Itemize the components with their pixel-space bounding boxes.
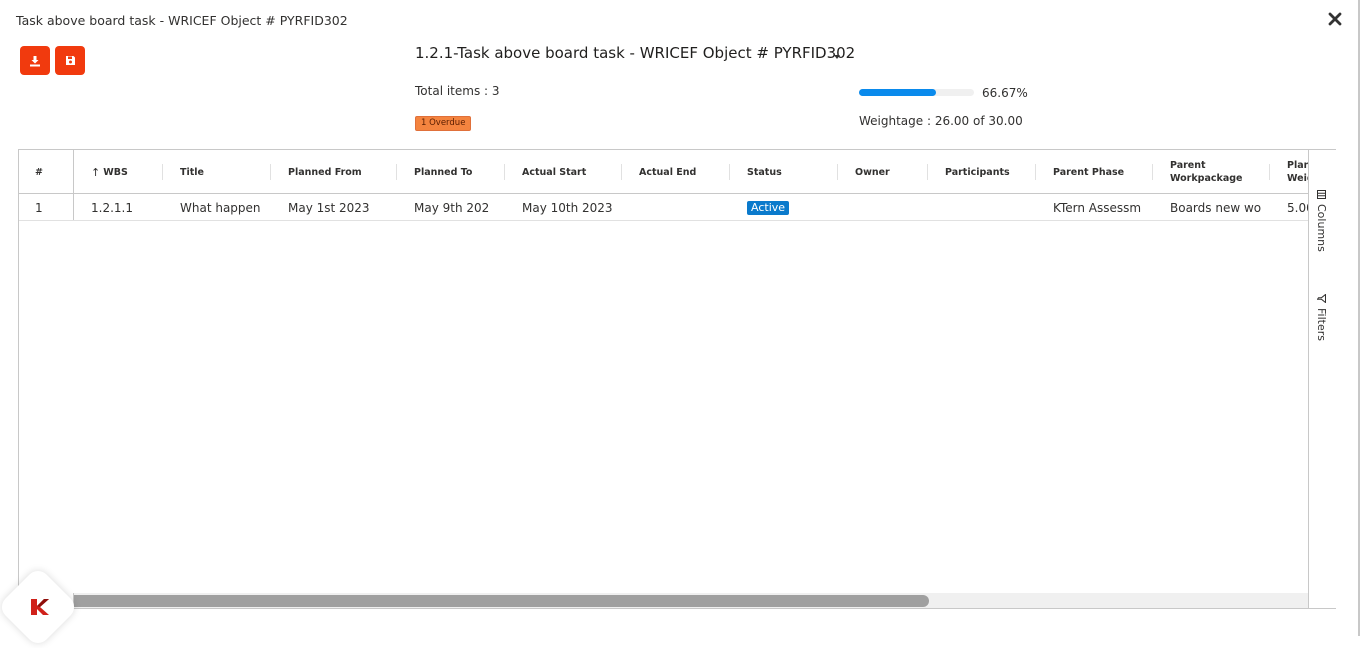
column-header-owner[interactable]: Owner [838,150,928,193]
toolbar [20,46,85,75]
cell-num: 1 [35,200,43,215]
close-icon [1328,12,1342,26]
cell-title[interactable]: What happen [180,194,271,220]
page-title: 1.2.1-Task above board task - WRICEF Obj… [415,44,856,62]
cell-wbs: 1.2.1.1 [91,200,133,215]
header-line: Plan [1287,160,1308,171]
columns-tab[interactable]: Columns [1315,190,1328,252]
filter-icon [1317,294,1326,303]
column-header-wbs-label: WBS [103,166,128,178]
cell-participants [945,194,1036,220]
download-button[interactable] [20,46,50,75]
status-badge: Active [747,200,790,215]
save-icon [65,56,75,65]
columns-tab-label: Columns [1315,204,1328,252]
column-header-status[interactable]: Status [730,150,838,193]
save-button[interactable] [55,46,85,75]
filters-tab[interactable]: Filters [1315,294,1328,341]
column-header-actual-start[interactable]: Actual Start [505,150,622,193]
weightage-label: Weightage : 26.00 of 30.00 [859,114,1023,128]
progress-bar-fill [859,89,936,96]
cell-actual-end [639,194,730,220]
cell-planned-weightage: 5.00 [1287,200,1308,215]
cell-planned-to: May 9th 202 [414,200,490,215]
horizontal-scrollbar[interactable] [73,593,1308,608]
close-button[interactable] [1326,10,1344,28]
cell-status: Active [747,194,838,220]
column-header-planned-from[interactable]: Planned From [271,150,397,193]
cell-actual-start: May 10th 2023 [522,200,613,215]
header-line: Workpackage [1170,173,1243,184]
horizontal-scrollbar-thumb[interactable] [74,595,929,607]
grid-header: # ↑ WBS Title Planned From Planned To Ac… [19,150,1308,194]
column-header-planned-weightage[interactable]: Plan Weig [1270,150,1308,193]
window-title: Task above board task - WRICEF Object # … [16,13,348,28]
column-header-parent-workpackage[interactable]: Parent Workpackage [1153,150,1270,193]
title-dropdown-caret-icon[interactable] [834,55,840,59]
column-header-wbs[interactable]: ↑ WBS [73,150,163,193]
header-line: Weig [1287,173,1308,184]
progress-bar [859,89,974,96]
cell-owner [855,194,928,220]
cell-parent-phase: KTern Assessm [1053,200,1142,215]
download-icon [30,55,40,66]
column-header-planned-to[interactable]: Planned To [397,150,505,193]
task-grid: # ↑ WBS Title Planned From Planned To Ac… [18,149,1336,609]
column-header-num[interactable]: # [35,150,55,193]
column-header-title[interactable]: Title [163,150,271,193]
cell-parent-workpackage: Boards new wo [1170,200,1262,215]
kt-logo-icon [31,599,49,615]
columns-icon [1317,190,1326,199]
filters-tab-label: Filters [1315,308,1328,341]
table-row[interactable]: 1 1.2.1.1 What happen May 1st 2023 May 9… [19,194,1308,221]
total-items-label: Total items : 3 [415,84,500,98]
overdue-badge: 1 Overdue [415,116,472,131]
header-line: Parent [1170,160,1206,171]
side-panel: Columns Filters [1308,150,1336,608]
column-header-participants[interactable]: Participants [928,150,1036,193]
column-header-actual-end[interactable]: Actual End [622,150,730,193]
sort-ascending-icon: ↑ [91,165,101,179]
cell-planned-from: May 1st 2023 [288,200,370,215]
column-header-parent-phase[interactable]: Parent Phase [1036,150,1153,193]
progress-percent-label: 66.67% [982,86,1028,100]
